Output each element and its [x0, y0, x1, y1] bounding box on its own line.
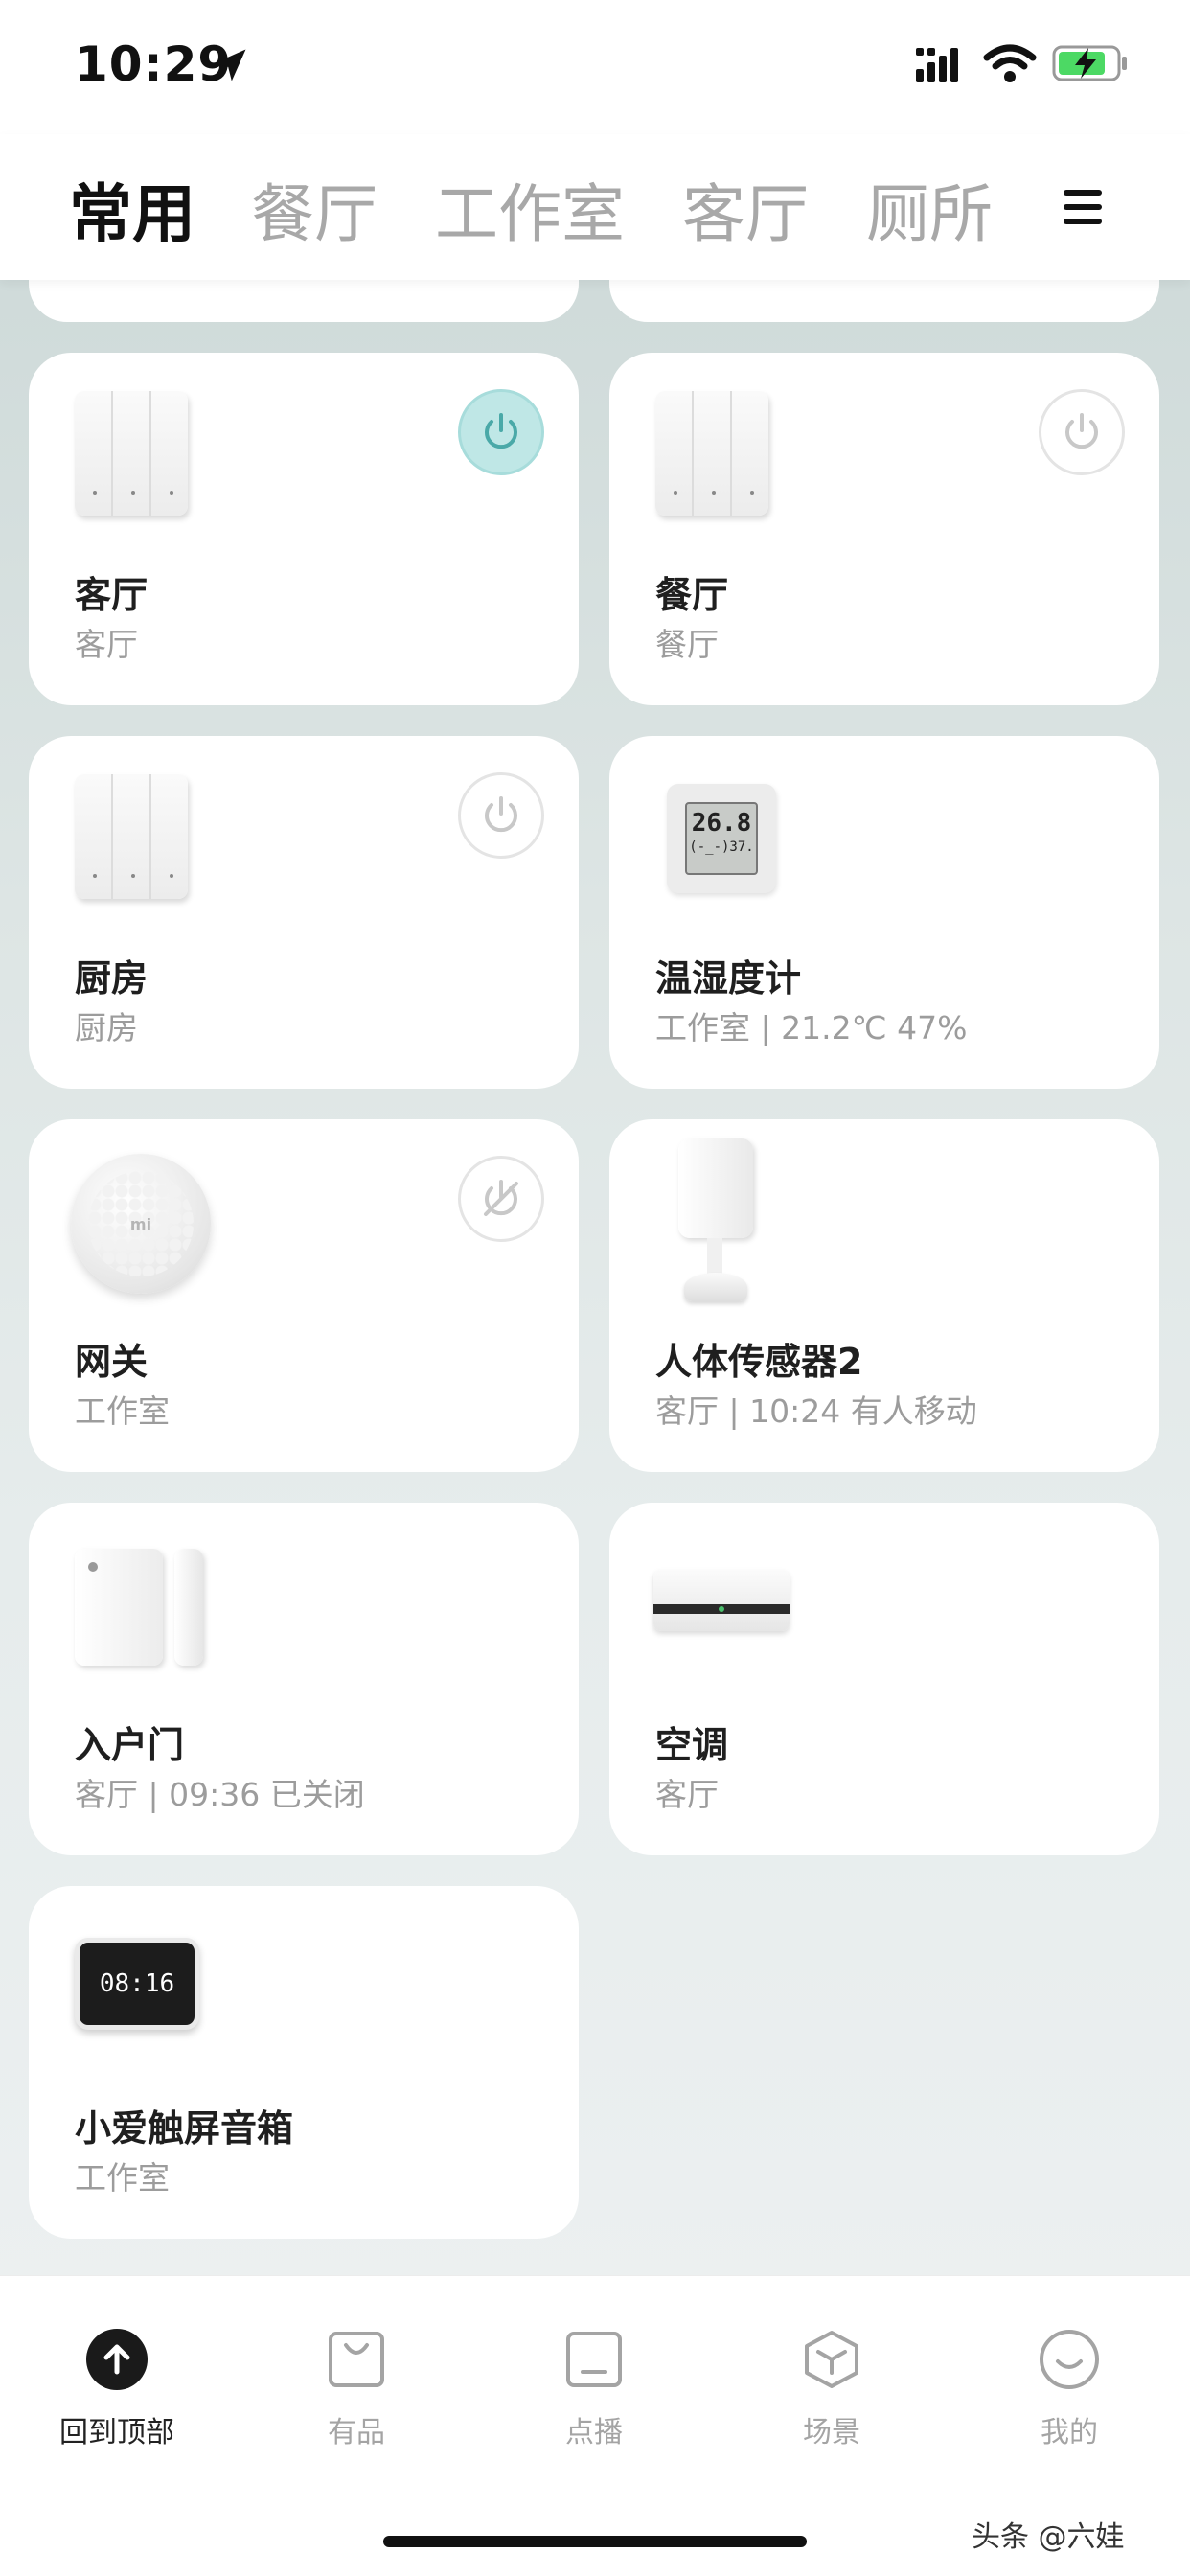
power-icon [485, 413, 517, 449]
nav-on-demand[interactable]: 点播 [498, 2326, 690, 2450]
power-button[interactable] [458, 772, 544, 859]
gateway-image: mi [71, 1154, 211, 1294]
battery-charging-icon [1052, 45, 1127, 81]
device-room: 工作室 [75, 2159, 170, 2196]
thermo-display-temp: 26.8 [691, 809, 752, 838]
device-card-gateway[interactable]: mi 网关 工作室 [29, 1119, 579, 1472]
device-card-air-conditioner[interactable]: 空调 客厅 [609, 1503, 1159, 1855]
arrow-up-icon [86, 2329, 148, 2390]
motion-sensor-image [667, 1138, 763, 1311]
device-name: 入户门 [75, 1724, 185, 1766]
video-icon [566, 2332, 622, 2387]
device-status: 客厅 | 09:36 已关闭 [75, 1776, 365, 1813]
device-name: 空调 [655, 1724, 729, 1766]
device-card-partial[interactable] [609, 280, 1159, 322]
power-icon [485, 796, 517, 833]
mi-logo: mi [129, 1214, 152, 1233]
device-name: 客厅 [75, 574, 149, 616]
tab-studio[interactable]: 工作室 [435, 163, 625, 255]
device-name: 餐厅 [655, 574, 729, 616]
device-name: 人体传感器2 [655, 1341, 863, 1383]
device-card-kitchen-switch[interactable]: 厨房 厨房 [29, 736, 579, 1089]
nav-label: 场景 [803, 2416, 860, 2450]
power-icon [1065, 413, 1098, 449]
nav-profile[interactable]: 我的 [973, 2326, 1165, 2450]
nav-label: 我的 [1041, 2416, 1098, 2450]
device-card-motion-sensor[interactable]: 人体传感器2 客厅 | 10:24 有人移动 [609, 1119, 1159, 1472]
menu-icon[interactable] [1064, 190, 1102, 224]
tab-favorites[interactable]: 常用 [69, 163, 195, 255]
device-status: 工作室 | 21.2℃ 47% [655, 1009, 968, 1046]
thermo-display-humidity: (-_-)37. [689, 840, 754, 855]
switch-panel-image [75, 391, 188, 516]
switch-panel-image [655, 391, 768, 516]
nav-youpin[interactable]: 有品 [261, 2326, 452, 2450]
tab-dining-room[interactable]: 餐厅 [251, 163, 378, 255]
device-card-smart-display[interactable]: 08:16 小爱触屏音箱 工作室 [29, 1886, 579, 2239]
room-tab-bar: 常用 餐厅 工作室 客厅 厕所 [0, 134, 1190, 280]
smart-display-image: 08:16 [75, 1924, 199, 2030]
device-card-living-room-switch[interactable]: 客厅 客厅 [29, 353, 579, 705]
status-bar: 10:29 [0, 0, 1190, 134]
device-room: 厨房 [75, 1009, 138, 1046]
device-name: 厨房 [75, 957, 149, 1000]
home-indicator[interactable] [383, 2536, 807, 2547]
device-status: 客厅 | 10:24 有人移动 [655, 1392, 977, 1430]
power-button[interactable] [1039, 389, 1125, 475]
nav-label: 有品 [328, 2416, 385, 2450]
thermometer-image: 26.8 (-_-)37. [667, 784, 776, 893]
device-card-partial[interactable] [29, 280, 579, 322]
device-card-dining-room-switch[interactable]: 餐厅 餐厅 [609, 353, 1159, 705]
power-offline-icon [484, 1180, 518, 1216]
air-conditioner-image [653, 1541, 790, 1631]
offline-indicator[interactable] [458, 1156, 544, 1242]
device-name: 温湿度计 [655, 957, 802, 1000]
cellular-signal-icon [916, 48, 958, 82]
tab-bathroom[interactable]: 厕所 [866, 163, 993, 255]
smiley-icon [1040, 2330, 1099, 2389]
nav-scenes[interactable]: 场景 [736, 2326, 927, 2450]
device-name: 小爱触屏音箱 [75, 2107, 294, 2150]
switch-panel-image [75, 774, 188, 899]
nav-label: 点播 [565, 2416, 623, 2450]
smart-display-clock: 08:16 [99, 1969, 175, 1998]
tab-living-room[interactable]: 客厅 [682, 163, 809, 255]
power-button[interactable] [458, 389, 544, 475]
door-sensor-image [75, 1549, 218, 1669]
cube-icon [805, 2331, 858, 2388]
nav-label: 回到顶部 [59, 2416, 174, 2450]
device-name: 网关 [75, 1341, 149, 1383]
device-room: 客厅 [655, 1776, 719, 1813]
device-room: 餐厅 [655, 626, 719, 663]
shopping-bag-icon [329, 2332, 384, 2387]
device-room: 工作室 [75, 1392, 170, 1430]
nav-back-to-top[interactable]: 回到顶部 [21, 2326, 213, 2450]
watermark: 头条 @六娃 [972, 2520, 1125, 2554]
device-card-thermo-hygrometer[interactable]: 26.8 (-_-)37. 温湿度计 工作室 | 21.2℃ 47% [609, 736, 1159, 1089]
wifi-icon [983, 44, 1037, 82]
device-card-door-sensor[interactable]: 入户门 客厅 | 09:36 已关闭 [29, 1503, 579, 1855]
device-room: 客厅 [75, 626, 138, 663]
location-arrow-icon [214, 49, 246, 81]
